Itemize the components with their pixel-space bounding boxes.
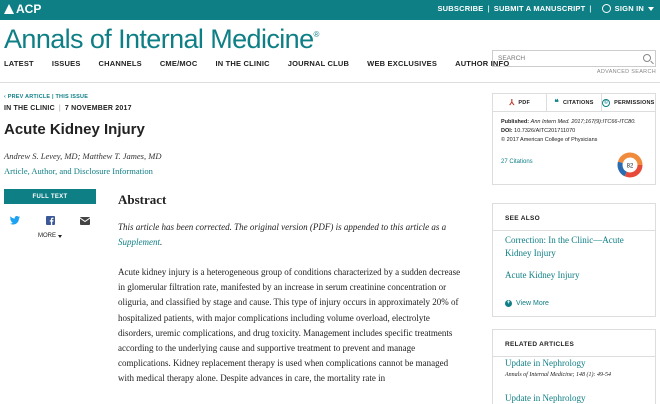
period: . (160, 237, 163, 247)
doi-label: DOI: (501, 128, 513, 134)
header-divider (0, 82, 660, 83)
disclosure-link[interactable]: Article, Author, and Disclosure Informat… (4, 166, 153, 176)
nav-item-cme-moc[interactable]: CME/MOC (160, 59, 198, 68)
article-authors: Andrew S. Levey, MD; Matthew T. James, M… (4, 151, 162, 161)
divider: | (589, 4, 592, 13)
article-tools-panel: ⅄ PDF ❝ CITATIONS © PERMISSIONS Publishe… (492, 93, 656, 185)
submit-manuscript-link[interactable]: SUBMIT A MANUSCRIPT (494, 4, 586, 13)
publication-info: Published: Ann Intern Med. 2017;167(9):I… (501, 118, 636, 145)
correction-note-text: This article has been corrected. The ori… (118, 222, 447, 232)
subscribe-link[interactable]: SUBSCRIBE (437, 4, 483, 13)
altmetric-donut-icon: 82 (617, 152, 643, 178)
advanced-search-link[interactable]: ADVANCED SEARCH (597, 69, 656, 75)
plus-icon: + (505, 300, 512, 307)
correction-note: This article has been corrected. The ori… (118, 220, 458, 250)
nav-item-web-exclusives[interactable]: WEB EXCLUSIVES (367, 59, 437, 68)
pdf-button[interactable]: ⅄ PDF (493, 94, 548, 111)
copyright-line: © 2017 American College of Physicians (501, 137, 598, 143)
pdf-icon: ⅄ (509, 98, 515, 107)
nav-item-in-the-clinic[interactable]: IN THE CLINIC (215, 59, 269, 68)
article-title: Acute Kidney Injury (4, 121, 145, 138)
more-share-button[interactable]: MORE (38, 233, 62, 239)
article-date: 7 NOVEMBER 2017 (64, 105, 132, 112)
main-nav: LATEST ISSUES CHANNELS CME/MOC IN THE CL… (4, 59, 527, 68)
published-label: Published: (501, 119, 530, 125)
top-links: SUBSCRIBE | SUBMIT A MANUSCRIPT | SIGN I… (437, 4, 654, 13)
copyright-icon: © (602, 98, 611, 107)
related-article-link[interactable]: Update in Nephrology (505, 392, 585, 404)
doi-value[interactable]: 10.7326/AITC201711070 (514, 128, 575, 134)
related-articles-heading: RELATED ARTICLES (505, 341, 575, 348)
top-bar: ACP SUBSCRIBE | SUBMIT A MANUSCRIPT | SI… (0, 0, 660, 20)
supplement-link[interactable]: Supplement (118, 237, 160, 247)
quote-icon: ❝ (554, 98, 559, 107)
article-section[interactable]: IN THE CLINIC (4, 105, 55, 112)
email-icon[interactable] (80, 216, 90, 225)
nav-item-author-info[interactable]: AUTHOR INFO (455, 59, 509, 68)
altmetric-score: 82 (627, 164, 634, 170)
search-icon[interactable] (643, 54, 651, 62)
this-issue-link[interactable]: THIS ISSUE (56, 94, 89, 100)
chevron-down-icon[interactable] (648, 6, 654, 11)
power-icon (601, 4, 611, 13)
citations-count-link[interactable]: 27 Citations (501, 159, 533, 165)
see-also-link[interactable]: Acute Kidney Injury (505, 269, 579, 282)
published-value: Ann Intern Med. 2017;167(9):ITC66-ITC80. (530, 119, 636, 125)
pdf-label: PDF (518, 99, 531, 106)
acp-logo-text: ACP (16, 2, 42, 16)
registered-mark: ® (313, 30, 320, 39)
sign-in-link[interactable]: SIGN IN (615, 4, 644, 13)
permissions-label: PERMISSIONS (614, 99, 655, 106)
nav-item-journal-club[interactable]: JOURNAL CLUB (288, 59, 349, 68)
abstract-body: Acute kidney injury is a heterogeneous g… (118, 267, 461, 384)
divider: | (58, 105, 61, 112)
altmetric-badge[interactable]: 82 (617, 152, 643, 178)
divider (493, 230, 655, 231)
published-line: Published: Ann Intern Med. 2017;167(9):I… (501, 118, 636, 127)
acp-triangle-icon (4, 4, 14, 14)
acp-logo[interactable]: ACP (4, 2, 41, 16)
breadcrumb: ‹ PREV ARTICLE | THIS ISSUE (4, 94, 88, 100)
citations-button[interactable]: ❝ CITATIONS (547, 94, 602, 111)
view-more-button[interactable]: + View More (505, 300, 549, 307)
more-label: MORE (38, 233, 56, 239)
share-bar (10, 216, 90, 225)
related-articles-card: RELATED ARTICLES Update in Nephrology An… (492, 329, 656, 404)
article-meta-line: IN THE CLINIC | 7 NOVEMBER 2017 (4, 105, 132, 112)
view-more-label: View More (516, 300, 549, 307)
permissions-button[interactable]: © PERMISSIONS (602, 94, 655, 111)
prev-article-link[interactable]: ‹ PREV ARTICLE (4, 94, 50, 100)
see-also-heading: SEE ALSO (505, 215, 541, 222)
nav-item-latest[interactable]: LATEST (4, 59, 34, 68)
divider: | (487, 4, 490, 13)
tool-row: ⅄ PDF ❝ CITATIONS © PERMISSIONS (493, 94, 655, 112)
doi-line: DOI: 10.7326/AITC201711070 (501, 127, 636, 136)
related-article-link[interactable]: Update in Nephrology (505, 357, 585, 370)
journal-masthead[interactable]: Annals of Internal Medicine® (4, 24, 319, 55)
see-also-link[interactable]: Correction: In the Clinic—Acute Kidney I… (505, 234, 645, 260)
nav-item-issues[interactable]: ISSUES (52, 59, 81, 68)
nav-item-channels[interactable]: CHANNELS (99, 59, 142, 68)
related-article-source: Annals of Internal Medicine; 148 (1): 49… (505, 372, 611, 378)
twitter-icon[interactable] (10, 216, 20, 225)
abstract-heading: Abstract (118, 192, 167, 207)
chevron-down-icon (58, 234, 62, 238)
see-also-card: SEE ALSO Correction: In the Clinic—Acute… (492, 203, 656, 317)
facebook-icon[interactable] (45, 216, 55, 225)
journal-title: Annals of Internal Medicine (4, 24, 314, 54)
full-text-button[interactable]: FULL TEXT (4, 189, 96, 204)
citations-label: CITATIONS (562, 99, 594, 106)
